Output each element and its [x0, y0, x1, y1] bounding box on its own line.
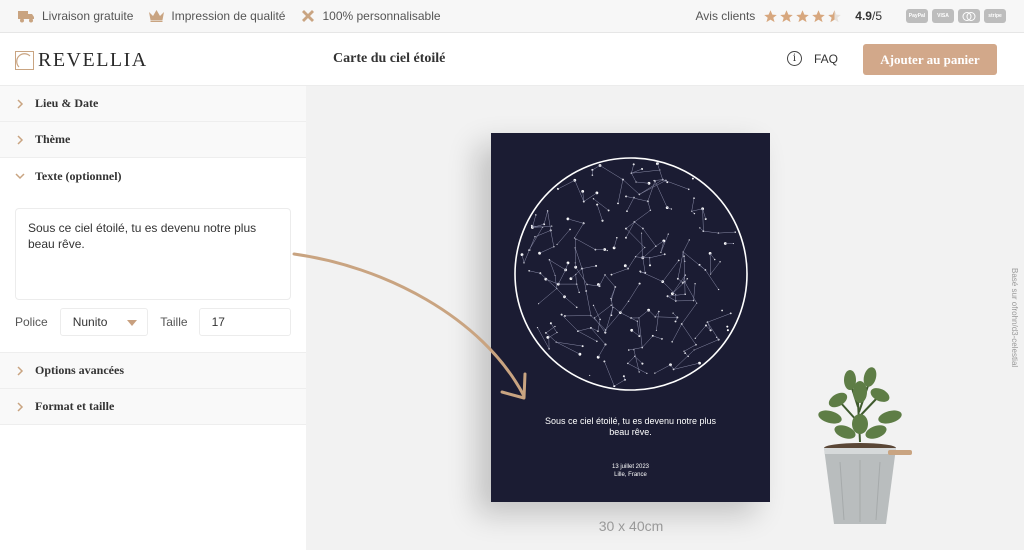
- feature-label: Impression de qualité: [171, 9, 286, 23]
- feature-quality-print: Impression de qualité: [149, 9, 285, 23]
- section-theme[interactable]: Thème: [0, 122, 306, 158]
- section-format-size[interactable]: Format et taille: [0, 389, 306, 425]
- map-credit: Basé sur ofrohn/d3-celestial: [1010, 268, 1019, 368]
- poster-place: Lille, France: [614, 472, 647, 478]
- feature-label: 100% personnalisable: [322, 9, 441, 23]
- star-icon: [812, 9, 826, 22]
- logo-text: REVELLIA: [38, 49, 148, 71]
- settings-sidebar: Lieu & Date Thème Texte (optionnel) Sous…: [0, 86, 306, 550]
- section-text[interactable]: Texte (optionnel): [0, 158, 306, 194]
- poster-date: 13 juillet 2023: [611, 464, 650, 470]
- chevron-right-icon: [17, 98, 24, 109]
- section-label: Thème: [35, 132, 71, 146]
- star-dot: [578, 352, 582, 356]
- chevron-right-icon: [17, 401, 24, 412]
- font-size-input[interactable]: 17: [198, 308, 291, 336]
- truck-icon: [18, 10, 34, 22]
- faq-label: FAQ: [814, 51, 839, 66]
- chevron-down-icon: [15, 173, 25, 180]
- font-label: Police: [15, 315, 48, 329]
- star-dot: [674, 320, 677, 323]
- reviews-summary: Avis clients 4.9/5 PayPal VISA stripe: [695, 9, 1006, 24]
- poster-text-field[interactable]: Sous ce ciel étoilé, tu es devenu notre …: [15, 208, 291, 300]
- font-select-value: Nunito: [72, 315, 108, 329]
- add-to-cart-button[interactable]: Ajouter au panier: [863, 44, 997, 75]
- section-label: Options avancées: [35, 363, 125, 377]
- font-settings-row: Police Nunito Taille 17: [15, 308, 291, 336]
- star-dot: [626, 210, 628, 212]
- half-star-icon: [828, 9, 842, 22]
- mastercard-icon: [958, 9, 980, 23]
- caret-down-icon: [127, 320, 138, 326]
- size-label: Taille: [160, 315, 188, 329]
- section-label: Format et taille: [35, 399, 115, 413]
- feature-customizable: 100% personnalisable: [301, 9, 441, 23]
- chevron-right-icon: [17, 134, 24, 145]
- logo-mark-icon: [15, 51, 34, 70]
- potted-plant-image: [818, 367, 912, 524]
- page-title: Carte du ciel étoilé: [333, 51, 446, 66]
- reviews-label: Avis clients: [695, 9, 756, 23]
- curved-arrow-icon: [292, 252, 527, 400]
- section-location-date[interactable]: Lieu & Date: [0, 86, 306, 122]
- tools-icon: [302, 10, 315, 22]
- feature-label: Livraison gratuite: [42, 9, 134, 23]
- star-dot: [721, 309, 723, 312]
- star-icon: [780, 9, 794, 22]
- poster-dedication: Sous ce ciel étoilé, tu es devenu notre …: [491, 416, 770, 438]
- star-dot: [595, 191, 599, 195]
- stripe-icon: stripe: [984, 9, 1006, 23]
- crown-icon: [149, 10, 165, 22]
- poster-date-place: 13 juillet 2023 Lille, France: [491, 463, 770, 479]
- paypal-icon: PayPal: [906, 9, 928, 23]
- visa-icon: VISA: [932, 9, 954, 23]
- rating-value: 4.9/5: [855, 9, 882, 23]
- star-dot: [726, 325, 729, 328]
- star-dot: [726, 329, 729, 332]
- star-dot: [596, 355, 600, 359]
- feature-free-delivery: Livraison gratuite: [18, 9, 133, 23]
- star-dot: [691, 177, 694, 180]
- star-icon: [796, 9, 810, 22]
- header: REVELLIA Carte du ciel étoilé i FAQ Ajou…: [0, 33, 1024, 86]
- section-label: Texte (optionnel): [35, 168, 122, 183]
- top-info-bar: Livraison gratuite Impression de qualité…: [0, 0, 1024, 33]
- text-section-body: Sous ce ciel étoilé, tu es devenu notre …: [0, 194, 306, 353]
- poster-text-line: beau rêve.: [609, 427, 652, 437]
- font-select[interactable]: Nunito: [59, 308, 149, 336]
- poster-text-line: Sous ce ciel étoilé, tu es devenu notre …: [544, 416, 717, 426]
- faq-link[interactable]: i FAQ: [787, 51, 838, 66]
- rating-stars: [763, 9, 843, 24]
- chevron-right-icon: [17, 365, 24, 376]
- logo[interactable]: REVELLIA: [15, 49, 148, 72]
- section-advanced-options[interactable]: Options avancées: [0, 353, 306, 389]
- info-icon: i: [787, 51, 802, 66]
- section-label: Lieu & Date: [35, 96, 99, 110]
- star-icon: [764, 9, 778, 22]
- poster-preview-area: Sous ce ciel étoilé, tu es devenu notre …: [292, 86, 1024, 550]
- star-dot: [589, 374, 591, 376]
- star-dot: [606, 249, 608, 252]
- poster-size-caption: 30 x 40cm: [598, 518, 664, 534]
